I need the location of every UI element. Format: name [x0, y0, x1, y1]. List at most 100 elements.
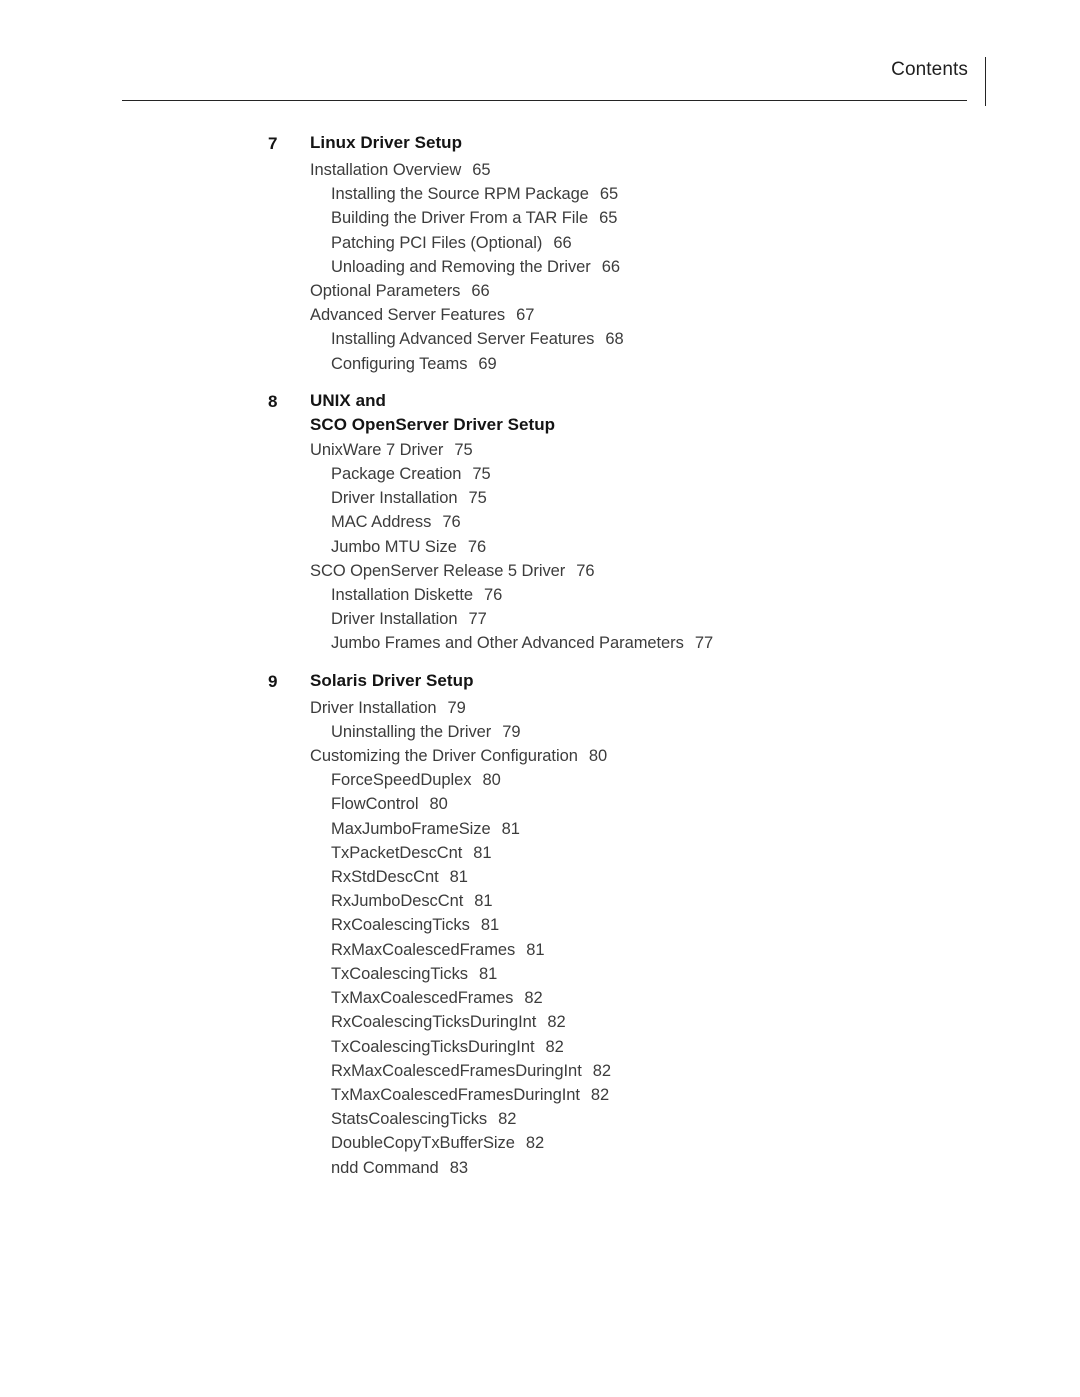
- toc-entry[interactable]: RxMaxCoalescedFrames 81: [331, 938, 1080, 962]
- chapter-entry-list: Driver Installation 79 Uninstalling the Dr…: [0, 696, 1080, 1180]
- toc-entry-page-number: 82: [498, 1110, 517, 1129]
- toc-entry[interactable]: RxCoalescingTicksDuringInt 82: [331, 1010, 1080, 1034]
- toc-entry-page-number: 65: [599, 209, 618, 228]
- toc-entry[interactable]: Driver Installation 77: [331, 607, 1080, 631]
- toc-entry-page-number: 83: [449, 1158, 468, 1177]
- toc-entry[interactable]: Package Creation 75: [331, 462, 1080, 486]
- toc-entry[interactable]: SCO OpenServer Release 5 Driver 76: [310, 559, 1080, 583]
- toc-entry-label: Jumbo MTU Size: [331, 537, 457, 556]
- page-title: Contents: [891, 59, 968, 80]
- chapter-entry-list: UnixWare 7 Driver 75 Package Creation 75 Dri…: [0, 438, 1080, 656]
- toc-entry[interactable]: Unloading and Removing the Driver 66: [331, 255, 1080, 279]
- chapter-heading[interactable]: 9 Solaris Driver Setup: [0, 669, 1080, 695]
- toc-entry-page-number: 67: [516, 306, 535, 325]
- toc-entry[interactable]: Jumbo MTU Size 76: [331, 535, 1080, 559]
- chapter-heading[interactable]: 8 UNIX and SCO OpenServer Driver Setup: [0, 389, 1080, 437]
- toc-entry[interactable]: Configuring Teams 69: [331, 352, 1080, 376]
- toc-entry-page-number: 81: [501, 819, 520, 838]
- toc-entry-label: RxJumboDescCnt: [331, 892, 464, 911]
- toc-entry-label: ndd Command: [331, 1158, 439, 1177]
- toc-entry[interactable]: Installing the Source RPM Package 65: [331, 182, 1080, 206]
- toc-entry[interactable]: StatsCoalescingTicks 82: [331, 1107, 1080, 1131]
- toc-entry[interactable]: Driver Installation 79: [310, 696, 1080, 720]
- chapter-heading[interactable]: 7 Linux Driver Setup: [0, 131, 1080, 157]
- toc-entry-label: SCO OpenServer Release 5 Driver: [310, 561, 566, 580]
- toc-entry-page-number: 82: [592, 1061, 611, 1080]
- chapter-number: 7: [268, 134, 278, 153]
- toc-entry[interactable]: Building the Driver From a TAR File 65: [331, 206, 1080, 230]
- toc-entry-page-number: 79: [447, 698, 466, 717]
- chapter-number: 9: [268, 671, 278, 691]
- header-divider: [122, 100, 967, 101]
- toc-entry-label: RxMaxCoalescedFramesDuringInt: [331, 1061, 582, 1080]
- toc-entry-label: Uninstalling the Driver: [331, 722, 492, 741]
- toc-entry[interactable]: RxJumboDescCnt 81: [331, 889, 1080, 913]
- toc-entry-label: MaxJumboFrameSize: [331, 819, 491, 838]
- toc-entry[interactable]: Patching PCI Files (Optional) 66: [331, 231, 1080, 255]
- toc-entry[interactable]: TxMaxCoalescedFrames 82: [331, 986, 1080, 1010]
- toc-entry[interactable]: RxStdDescCnt 81: [331, 865, 1080, 889]
- toc-entry-label: Installation Diskette: [331, 586, 474, 605]
- toc-entry-page-number: 66: [553, 233, 572, 252]
- toc-chapter: 9 Solaris Driver Setup Driver Installation…: [0, 669, 1080, 1180]
- toc-entry[interactable]: DoubleCopyTxBufferSize 82: [331, 1131, 1080, 1155]
- toc-entry-page-number: 65: [599, 185, 619, 204]
- toc-entry[interactable]: Driver Installation 75: [331, 486, 1080, 510]
- toc-entry-page-number: 81: [449, 868, 468, 887]
- toc-entry-label: Installation Overview: [310, 161, 462, 179]
- toc-entry-page-number: 77: [694, 634, 714, 653]
- toc-entry[interactable]: Jumbo Frames and Other Advanced Paramete…: [331, 631, 1080, 655]
- toc-entry-label: MAC Address: [331, 513, 432, 532]
- toc-entry-page-number: 66: [601, 257, 621, 276]
- toc-entry-label: Driver Installation: [310, 698, 437, 717]
- toc-entry-page-number: 82: [525, 1134, 545, 1153]
- toc-entry[interactable]: RxCoalescingTicks 81: [331, 913, 1080, 937]
- toc-entry[interactable]: Customizing the Driver Configuration 80: [310, 744, 1080, 768]
- chapter-number: 8: [268, 391, 278, 411]
- toc-entry[interactable]: FlowControl 80: [331, 792, 1080, 816]
- toc-entry[interactable]: ndd Command 83: [331, 1156, 1080, 1180]
- toc-entry[interactable]: UnixWare 7 Driver 75: [310, 438, 1080, 462]
- toc-entry[interactable]: TxCoalescingTicks 81: [331, 962, 1080, 986]
- toc-entry-page-number: 82: [547, 1013, 566, 1032]
- toc-entry-label: Driver Installation: [331, 489, 458, 508]
- toc-entry-page-number: 80: [588, 747, 608, 766]
- toc-entry-label: Jumbo Frames and Other Advanced Paramete…: [331, 634, 684, 653]
- toc-entry[interactable]: MaxJumboFrameSize 81: [331, 817, 1080, 841]
- toc-entry[interactable]: TxCoalescingTicksDuringInt 82: [331, 1035, 1080, 1059]
- chapter-title-line: SCO OpenServer Driver Setup: [310, 414, 556, 434]
- toc-entry-label: RxCoalescingTicksDuringInt: [331, 1013, 537, 1032]
- toc-entry-page-number: 81: [473, 843, 492, 862]
- toc-entry-label: TxMaxCoalescedFrames: [331, 989, 514, 1008]
- toc-entry[interactable]: Installation Diskette 76: [331, 583, 1080, 607]
- toc-entry-label: Building the Driver From a TAR File: [331, 209, 589, 228]
- toc-entry-label: FlowControl: [331, 795, 419, 814]
- toc-entry[interactable]: Installing Advanced Server Features 68: [331, 327, 1080, 351]
- toc-entry-page-number: 66: [471, 282, 490, 301]
- toc-entry-page-number: 79: [502, 722, 521, 741]
- toc-entry[interactable]: MAC Address 76: [331, 510, 1080, 534]
- toc-entry-page-number: 81: [479, 964, 498, 983]
- toc-entry-label: TxCoalescingTicksDuringInt: [331, 1037, 535, 1056]
- toc-entry-page-number: 81: [474, 892, 493, 911]
- toc-entry-label: Installing Advanced Server Features: [331, 330, 595, 349]
- toc-entry[interactable]: Uninstalling the Driver 79: [331, 720, 1080, 744]
- toc-entry-page-number: 75: [454, 440, 473, 459]
- toc-chapter: 7 Linux Driver Setup Installation Overview…: [0, 131, 1080, 376]
- toc-entry-page-number: 82: [590, 1085, 610, 1104]
- toc-entry-label: TxPacketDescCnt: [331, 843, 463, 862]
- toc-entry[interactable]: Optional Parameters 66: [310, 279, 1080, 303]
- toc-entry[interactable]: TxMaxCoalescedFramesDuringInt 82: [331, 1083, 1080, 1107]
- toc-entry[interactable]: TxPacketDescCnt 81: [331, 841, 1080, 865]
- toc-entry-label: RxCoalescingTicks: [331, 916, 470, 935]
- toc-entry-label: Unloading and Removing the Driver: [331, 257, 591, 276]
- toc-entry[interactable]: RxMaxCoalescedFramesDuringInt 82: [331, 1059, 1080, 1083]
- toc-entry-label: Package Creation: [331, 465, 462, 484]
- toc-entry[interactable]: ForceSpeedDuplex 80: [331, 768, 1080, 792]
- toc-entry-page-number: 81: [526, 940, 545, 959]
- table-of-contents: 7 Linux Driver Setup Installation Overview…: [0, 131, 1080, 1193]
- toc-entry[interactable]: Installation Overview 65: [310, 158, 1080, 182]
- toc-entry[interactable]: Advanced Server Features 67: [310, 303, 1080, 327]
- toc-entry-page-number: 80: [482, 771, 501, 790]
- toc-entry-label: UnixWare 7 Driver: [310, 440, 444, 459]
